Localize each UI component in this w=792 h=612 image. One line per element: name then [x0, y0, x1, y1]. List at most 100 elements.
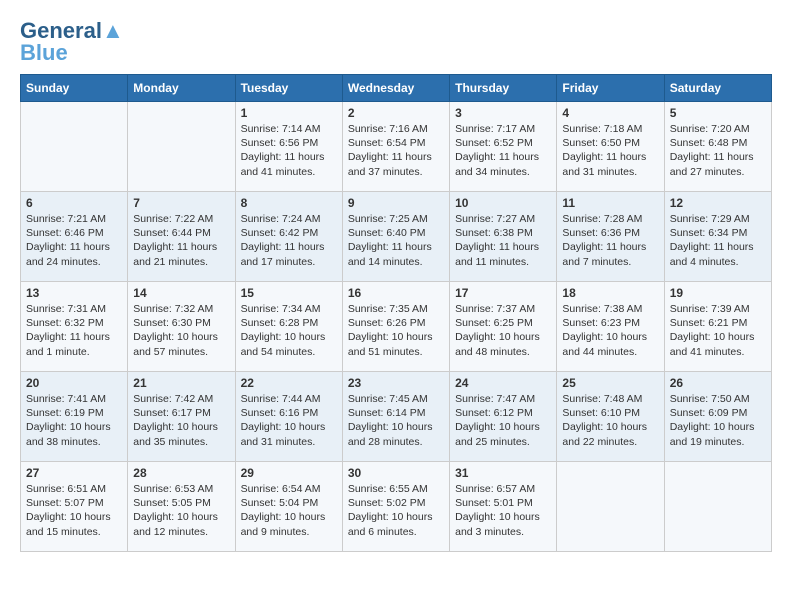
calendar-cell — [557, 462, 664, 552]
calendar-cell: 1 Sunrise: 7:14 AM Sunset: 6:56 PM Daylig… — [235, 102, 342, 192]
calendar-cell: 9 Sunrise: 7:25 AM Sunset: 6:40 PM Daylig… — [342, 192, 449, 282]
logo-general: General▲ — [20, 20, 124, 42]
day-info: Sunrise: 7:38 AM Sunset: 6:23 PM Dayligh… — [562, 302, 658, 359]
day-number: 28 — [133, 466, 229, 480]
day-info: Sunrise: 6:54 AM Sunset: 5:04 PM Dayligh… — [241, 482, 337, 539]
day-number: 25 — [562, 376, 658, 390]
day-number: 7 — [133, 196, 229, 210]
calendar-cell: 18 Sunrise: 7:38 AM Sunset: 6:23 PM Dayli… — [557, 282, 664, 372]
day-info: Sunrise: 7:16 AM Sunset: 6:54 PM Dayligh… — [348, 122, 444, 179]
day-number: 20 — [26, 376, 122, 390]
day-info: Sunrise: 7:50 AM Sunset: 6:09 PM Dayligh… — [670, 392, 766, 449]
calendar-cell: 23 Sunrise: 7:45 AM Sunset: 6:14 PM Dayli… — [342, 372, 449, 462]
day-info: Sunrise: 7:34 AM Sunset: 6:28 PM Dayligh… — [241, 302, 337, 359]
calendar-cell: 19 Sunrise: 7:39 AM Sunset: 6:21 PM Dayli… — [664, 282, 771, 372]
weekday-header-tuesday: Tuesday — [235, 75, 342, 102]
calendar-cell: 6 Sunrise: 7:21 AM Sunset: 6:46 PM Daylig… — [21, 192, 128, 282]
calendar-cell: 29 Sunrise: 6:54 AM Sunset: 5:04 PM Dayli… — [235, 462, 342, 552]
calendar-cell: 13 Sunrise: 7:31 AM Sunset: 6:32 PM Dayli… — [21, 282, 128, 372]
calendar-cell: 20Sunrise: 7:41 AM Sunset: 6:19 PM Dayli… — [21, 372, 128, 462]
day-info: Sunrise: 6:51 AM Sunset: 5:07 PM Dayligh… — [26, 482, 122, 539]
day-info: Sunrise: 7:32 AM Sunset: 6:30 PM Dayligh… — [133, 302, 229, 359]
day-info: Sunrise: 7:29 AM Sunset: 6:34 PM Dayligh… — [670, 212, 766, 269]
day-info: Sunrise: 7:24 AM Sunset: 6:42 PM Dayligh… — [241, 212, 337, 269]
day-number: 24 — [455, 376, 551, 390]
day-number: 22 — [241, 376, 337, 390]
day-info: Sunrise: 7:35 AM Sunset: 6:26 PM Dayligh… — [348, 302, 444, 359]
calendar: SundayMondayTuesdayWednesdayThursdayFrid… — [20, 74, 772, 552]
weekday-header-friday: Friday — [557, 75, 664, 102]
day-number: 16 — [348, 286, 444, 300]
day-number: 3 — [455, 106, 551, 120]
day-number: 21 — [133, 376, 229, 390]
day-info: Sunrise: 7:48 AM Sunset: 6:10 PM Dayligh… — [562, 392, 658, 449]
logo-blue: Blue — [20, 42, 68, 64]
day-number: 4 — [562, 106, 658, 120]
day-info: Sunrise: 7:44 AM Sunset: 6:16 PM Dayligh… — [241, 392, 337, 449]
day-number: 13 — [26, 286, 122, 300]
day-number: 17 — [455, 286, 551, 300]
day-number: 27 — [26, 466, 122, 480]
day-number: 6 — [26, 196, 122, 210]
calendar-cell: 24 Sunrise: 7:47 AM Sunset: 6:12 PM Dayli… — [450, 372, 557, 462]
day-number: 5 — [670, 106, 766, 120]
day-info: Sunrise: 6:53 AM Sunset: 5:05 PM Dayligh… — [133, 482, 229, 539]
day-number: 14 — [133, 286, 229, 300]
day-info: Sunrise: 7:45 AM Sunset: 6:14 PM Dayligh… — [348, 392, 444, 449]
weekday-header-monday: Monday — [128, 75, 235, 102]
day-info: Sunrise: 7:28 AM Sunset: 6:36 PM Dayligh… — [562, 212, 658, 269]
day-info: Sunrise: 7:18 AM Sunset: 6:50 PM Dayligh… — [562, 122, 658, 179]
header: General▲ Blue — [20, 20, 772, 64]
day-number: 11 — [562, 196, 658, 210]
day-number: 26 — [670, 376, 766, 390]
day-number: 10 — [455, 196, 551, 210]
day-number: 9 — [348, 196, 444, 210]
day-number: 12 — [670, 196, 766, 210]
calendar-cell: 30 Sunrise: 6:55 AM Sunset: 5:02 PM Dayli… — [342, 462, 449, 552]
day-info: Sunrise: 7:39 AM Sunset: 6:21 PM Dayligh… — [670, 302, 766, 359]
day-info: Sunrise: 7:21 AM Sunset: 6:46 PM Dayligh… — [26, 212, 122, 269]
day-number: 30 — [348, 466, 444, 480]
calendar-cell: 14 Sunrise: 7:32 AM Sunset: 6:30 PM Dayli… — [128, 282, 235, 372]
day-info: Sunrise: 7:14 AM Sunset: 6:56 PM Dayligh… — [241, 122, 337, 179]
day-number: 19 — [670, 286, 766, 300]
calendar-cell: 16 Sunrise: 7:35 AM Sunset: 6:26 PM Dayli… — [342, 282, 449, 372]
day-number: 23 — [348, 376, 444, 390]
day-info: Sunrise: 7:20 AM Sunset: 6:48 PM Dayligh… — [670, 122, 766, 179]
week-row-3: 20Sunrise: 7:41 AM Sunset: 6:19 PM Dayli… — [21, 372, 772, 462]
day-info: Sunrise: 7:37 AM Sunset: 6:25 PM Dayligh… — [455, 302, 551, 359]
calendar-cell: 17 Sunrise: 7:37 AM Sunset: 6:25 PM Dayli… — [450, 282, 557, 372]
logo: General▲ Blue — [20, 20, 124, 64]
calendar-header-row: SundayMondayTuesdayWednesdayThursdayFrid… — [21, 75, 772, 102]
week-row-1: 6 Sunrise: 7:21 AM Sunset: 6:46 PM Daylig… — [21, 192, 772, 282]
day-number: 29 — [241, 466, 337, 480]
calendar-cell: 11 Sunrise: 7:28 AM Sunset: 6:36 PM Dayli… — [557, 192, 664, 282]
week-row-0: 1 Sunrise: 7:14 AM Sunset: 6:56 PM Daylig… — [21, 102, 772, 192]
calendar-cell: 26 Sunrise: 7:50 AM Sunset: 6:09 PM Dayli… — [664, 372, 771, 462]
calendar-cell: 15 Sunrise: 7:34 AM Sunset: 6:28 PM Dayli… — [235, 282, 342, 372]
day-info: Sunrise: 7:17 AM Sunset: 6:52 PM Dayligh… — [455, 122, 551, 179]
calendar-cell — [128, 102, 235, 192]
day-info: Sunrise: 6:55 AM Sunset: 5:02 PM Dayligh… — [348, 482, 444, 539]
week-row-2: 13 Sunrise: 7:31 AM Sunset: 6:32 PM Dayli… — [21, 282, 772, 372]
weekday-header-wednesday: Wednesday — [342, 75, 449, 102]
day-number: 1 — [241, 106, 337, 120]
day-number: 8 — [241, 196, 337, 210]
calendar-cell: 25 Sunrise: 7:48 AM Sunset: 6:10 PM Dayli… — [557, 372, 664, 462]
day-info: Sunrise: 7:31 AM Sunset: 6:32 PM Dayligh… — [26, 302, 122, 359]
page: General▲ Blue SundayMondayTuesdayWednesd… — [0, 0, 792, 562]
calendar-cell: 12 Sunrise: 7:29 AM Sunset: 6:34 PM Dayli… — [664, 192, 771, 282]
day-info: Sunrise: 7:25 AM Sunset: 6:40 PM Dayligh… — [348, 212, 444, 269]
weekday-header-saturday: Saturday — [664, 75, 771, 102]
day-info: Sunrise: 7:22 AM Sunset: 6:44 PM Dayligh… — [133, 212, 229, 269]
day-info: Sunrise: 7:47 AM Sunset: 6:12 PM Dayligh… — [455, 392, 551, 449]
calendar-cell: 22 Sunrise: 7:44 AM Sunset: 6:16 PM Dayli… — [235, 372, 342, 462]
day-number: 2 — [348, 106, 444, 120]
day-info: Sunrise: 6:57 AM Sunset: 5:01 PM Dayligh… — [455, 482, 551, 539]
calendar-cell: 7 Sunrise: 7:22 AM Sunset: 6:44 PM Daylig… — [128, 192, 235, 282]
day-number: 15 — [241, 286, 337, 300]
day-number: 31 — [455, 466, 551, 480]
weekday-header-thursday: Thursday — [450, 75, 557, 102]
day-number: 18 — [562, 286, 658, 300]
weekday-header-sunday: Sunday — [21, 75, 128, 102]
